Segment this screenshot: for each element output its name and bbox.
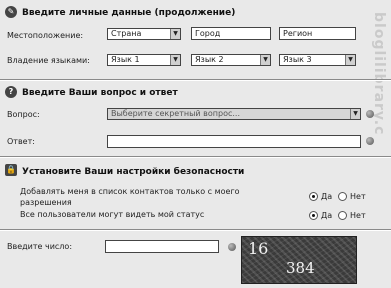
language3-select-value: Язык 3 (283, 55, 312, 64)
language1-select[interactable]: Язык 1 ▼ (107, 54, 181, 66)
city-field[interactable]: Город (191, 27, 271, 40)
show-status-label: Все пользователи могут видеть мой статус (20, 210, 205, 219)
show-status-yes-radio[interactable] (309, 211, 318, 220)
location-label: Местоположение: (7, 31, 84, 40)
show-status-yes-label: Да (321, 211, 333, 220)
add-contacts-label: Добавлять меня в список контактов только… (20, 187, 240, 207)
section1-title: Введите личные данные (продолжение) (22, 8, 236, 18)
captcha-text-line2: 384 (286, 259, 315, 277)
language3-select[interactable]: Язык 3 ▼ (279, 54, 356, 66)
person-icon: ✎ (5, 6, 17, 18)
add-contacts-yes-label: Да (321, 192, 333, 201)
add-contacts-no-label: Нет (350, 192, 366, 201)
section2-title: Введите Ваши вопрос и ответ (22, 88, 178, 98)
captcha-text-line1: 16 (248, 239, 269, 258)
lock-icon: 🔒 (5, 164, 17, 176)
number-label: Введите число: (7, 242, 73, 251)
divider-highlight (0, 80, 391, 81)
country-select-value: Страна (111, 29, 142, 38)
country-select[interactable]: Страна ▼ (107, 28, 181, 40)
chevron-down-icon: ▼ (170, 55, 180, 65)
chevron-down-icon: ▼ (350, 109, 360, 119)
help-icon[interactable] (228, 243, 236, 251)
region-field[interactable]: Регион (279, 27, 356, 40)
chevron-down-icon: ▼ (170, 29, 180, 39)
divider-highlight (0, 157, 391, 158)
add-contacts-no-radio[interactable] (338, 192, 347, 201)
question-select-value: Выберите секретный вопрос... (111, 109, 241, 118)
captcha-input[interactable] (105, 240, 219, 253)
chevron-down-icon: ▼ (345, 55, 355, 65)
section3-title: Установите Ваши настройки безопасности (22, 167, 245, 177)
help-icon[interactable] (366, 137, 374, 145)
question-label: Вопрос: (7, 110, 40, 119)
question-icon: ? (5, 86, 17, 98)
captcha-image: 16 384 (241, 236, 357, 284)
show-status-no-radio[interactable] (338, 211, 347, 220)
show-status-no-label: Нет (350, 211, 366, 220)
answer-field[interactable] (107, 135, 361, 148)
chevron-down-icon: ▼ (260, 55, 270, 65)
language2-select[interactable]: Язык 2 ▼ (191, 54, 271, 66)
help-icon[interactable] (366, 110, 374, 118)
language1-select-value: Язык 1 (111, 55, 140, 64)
question-select[interactable]: Выберите секретный вопрос... ▼ (107, 108, 361, 120)
add-contacts-yes-radio[interactable] (309, 192, 318, 201)
language2-select-value: Язык 2 (195, 55, 224, 64)
watermark: bloglilibrary.c (371, 12, 387, 136)
answer-label: Ответ: (7, 137, 35, 146)
languages-label: Владение языками: (7, 56, 90, 65)
divider-highlight (0, 230, 391, 231)
